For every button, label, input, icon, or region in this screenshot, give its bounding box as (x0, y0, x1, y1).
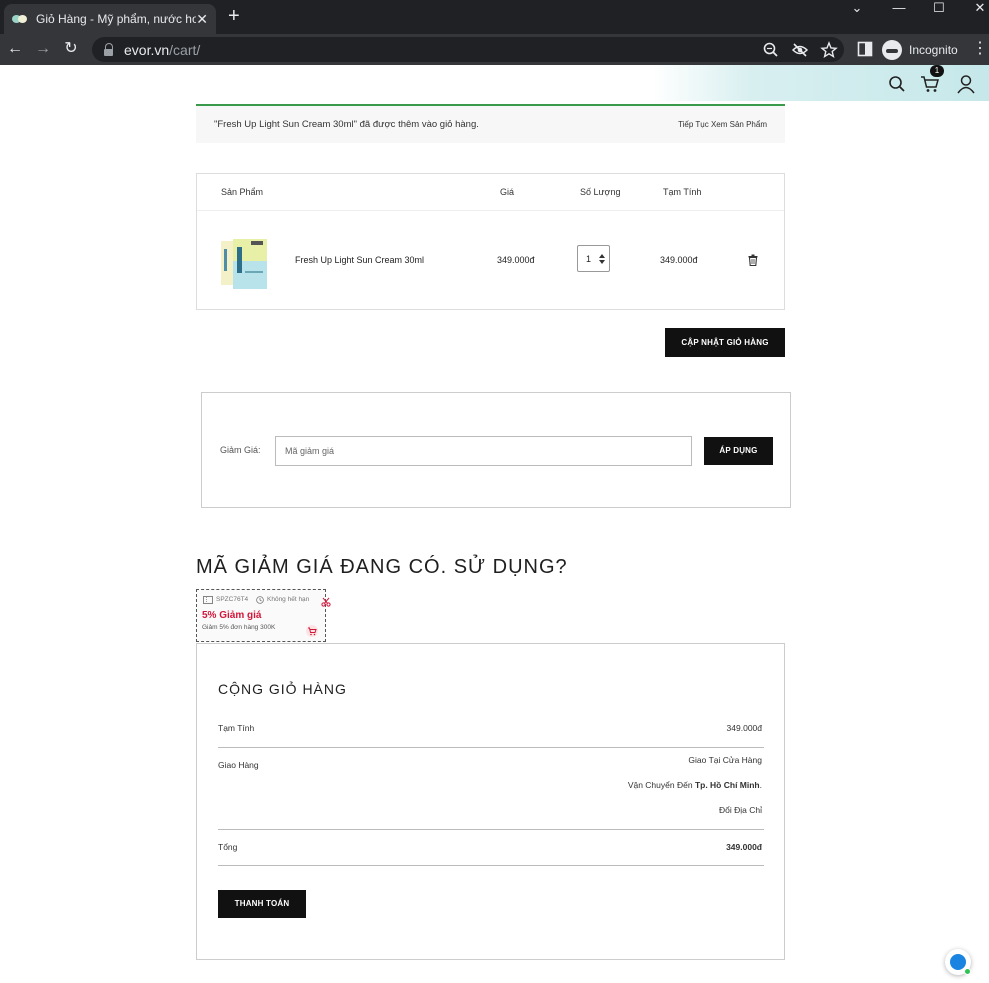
address-bar[interactable]: evor.vn/cart/ (92, 37, 844, 62)
tab-search-icon[interactable]: ⌄ (842, 0, 872, 18)
browser-menu-icon[interactable]: ⋮ (972, 40, 988, 58)
ticket-icon (203, 596, 213, 604)
shipping-city: Tp. Hồ Chí Minh (694, 780, 760, 790)
messenger-icon (950, 954, 966, 970)
maximize-icon[interactable]: ☐ (924, 0, 954, 18)
messenger-chat-button[interactable] (945, 949, 971, 975)
voucher-card[interactable]: SPZC76T4 Không hết hạn 5% Giảm giá Giảm … (196, 589, 331, 642)
stepper-arrows-icon[interactable] (599, 253, 605, 265)
subtotal-value: 349.000đ (726, 723, 762, 733)
clock-icon (256, 596, 264, 604)
incognito-profile-button[interactable]: Incognito (882, 38, 958, 61)
header-product: Sản Phẩm (221, 187, 264, 197)
reload-icon[interactable]: ↻ (60, 38, 82, 60)
zoom-icon[interactable] (762, 41, 780, 59)
cart-totals: CỘNG GIỎ HÀNG Tạm Tính 349.000đ Giao Hàn… (196, 643, 785, 960)
divider (218, 747, 764, 748)
cart-table-header: Sản Phẩm Giá Số Lượng Tạm Tính (197, 174, 784, 211)
search-icon[interactable] (886, 73, 908, 95)
total-label: Tổng (218, 842, 238, 852)
browser-tab-bar: Giỏ Hàng - Mỹ phẩm, nước hoa l ✕ + ⌄ — ☐… (0, 0, 989, 34)
cart-badge-icon (306, 625, 318, 637)
shipping-label: Giao Hàng (218, 760, 259, 770)
voucher-code: SPZC76T4 (216, 596, 249, 603)
account-icon[interactable] (955, 73, 977, 95)
header-subtotal: Tạm Tính (663, 187, 702, 197)
browser-tab[interactable]: Giỏ Hàng - Mỹ phẩm, nước hoa l ✕ (4, 4, 216, 34)
product-price: 349.000đ (497, 255, 535, 265)
scissors-icon (321, 597, 331, 607)
incognito-icon (882, 39, 902, 60)
quantity-stepper[interactable]: 1 (577, 245, 610, 272)
divider (218, 829, 764, 830)
shipping-destination: Vận Chuyển Đến Tp. Hồ Chí Minh. (627, 780, 762, 790)
tab-close-icon[interactable]: ✕ (196, 11, 208, 27)
new-tab-icon[interactable]: + (228, 6, 240, 26)
added-to-cart-notice: "Fresh Up Light Sun Cream 30ml" đã được … (196, 104, 785, 143)
available-coupons-title: MÃ GIẢM GIÁ ĐANG CÓ. SỬ DỤNG? (196, 556, 568, 578)
continue-shopping-link[interactable]: Tiếp Tục Xem Sản Phẩm (678, 120, 767, 129)
site-favicon-icon (12, 14, 28, 24)
trash-icon[interactable] (748, 254, 758, 266)
bookmark-star-icon[interactable] (820, 41, 838, 59)
update-cart-button[interactable]: CẬP NHẬT GIỎ HÀNG (665, 328, 785, 357)
coupon-code-input[interactable]: Mã giảm giá (275, 436, 692, 466)
url-host: evor.vn (124, 41, 170, 58)
voucher-title: 5% Giảm giá (202, 610, 262, 621)
product-name-link[interactable]: Fresh Up Light Sun Cream 30ml (295, 255, 424, 265)
header-price: Giá (500, 187, 515, 197)
notice-message: "Fresh Up Light Sun Cream 30ml" đã được … (214, 119, 479, 130)
total-value: 349.000đ (726, 842, 762, 852)
close-window-icon[interactable]: ✕ (965, 0, 989, 18)
coupon-label: Giảm Giá: (220, 445, 261, 455)
forward-icon[interactable]: → (32, 38, 54, 60)
browser-toolbar: ← → ↻ evor.vn/cart/ Incognito ⋮ (0, 34, 989, 65)
quantity-value: 1 (586, 254, 592, 264)
divider (218, 865, 764, 866)
tab-title: Giỏ Hàng - Mỹ phẩm, nước hoa l (36, 12, 196, 26)
eye-off-icon[interactable] (791, 41, 809, 59)
subtotal-label: Tạm Tính (218, 723, 255, 733)
apply-coupon-button[interactable]: ÁP DỤNG (704, 437, 773, 465)
product-subtotal: 349.000đ (660, 255, 698, 265)
lock-icon[interactable] (102, 42, 116, 57)
incognito-label: Incognito (909, 42, 958, 57)
back-icon[interactable]: ← (4, 38, 26, 60)
shipping-method: Giao Tại Cửa Hàng (688, 755, 762, 765)
shipping-to-prefix: Vận Chuyển Đến (627, 780, 693, 790)
cart-count-badge: 1 (930, 65, 944, 77)
online-status-dot (964, 968, 971, 975)
header-quantity: Số Lượng (580, 187, 621, 197)
site-header (0, 65, 989, 101)
voucher-expiry: Không hết hạn (267, 596, 310, 603)
side-panel-icon[interactable] (856, 40, 874, 58)
product-image[interactable] (221, 237, 267, 291)
minimize-icon[interactable]: — (884, 0, 914, 18)
change-address-link[interactable]: Đổi Địa Chỉ (719, 805, 762, 815)
cart-totals-title: CỘNG GIỎ HÀNG (218, 681, 347, 697)
coupon-box: Giảm Giá: Mã giảm giá ÁP DỤNG (201, 392, 791, 508)
cart-table: Sản Phẩm Giá Số Lượng Tạm Tính Fresh Up … (196, 173, 785, 310)
checkout-button[interactable]: THANH TOÁN (218, 890, 306, 918)
url-path: /cart/ (169, 41, 201, 58)
voucher-description: Giảm 5% đơn hàng 300K (202, 624, 276, 631)
